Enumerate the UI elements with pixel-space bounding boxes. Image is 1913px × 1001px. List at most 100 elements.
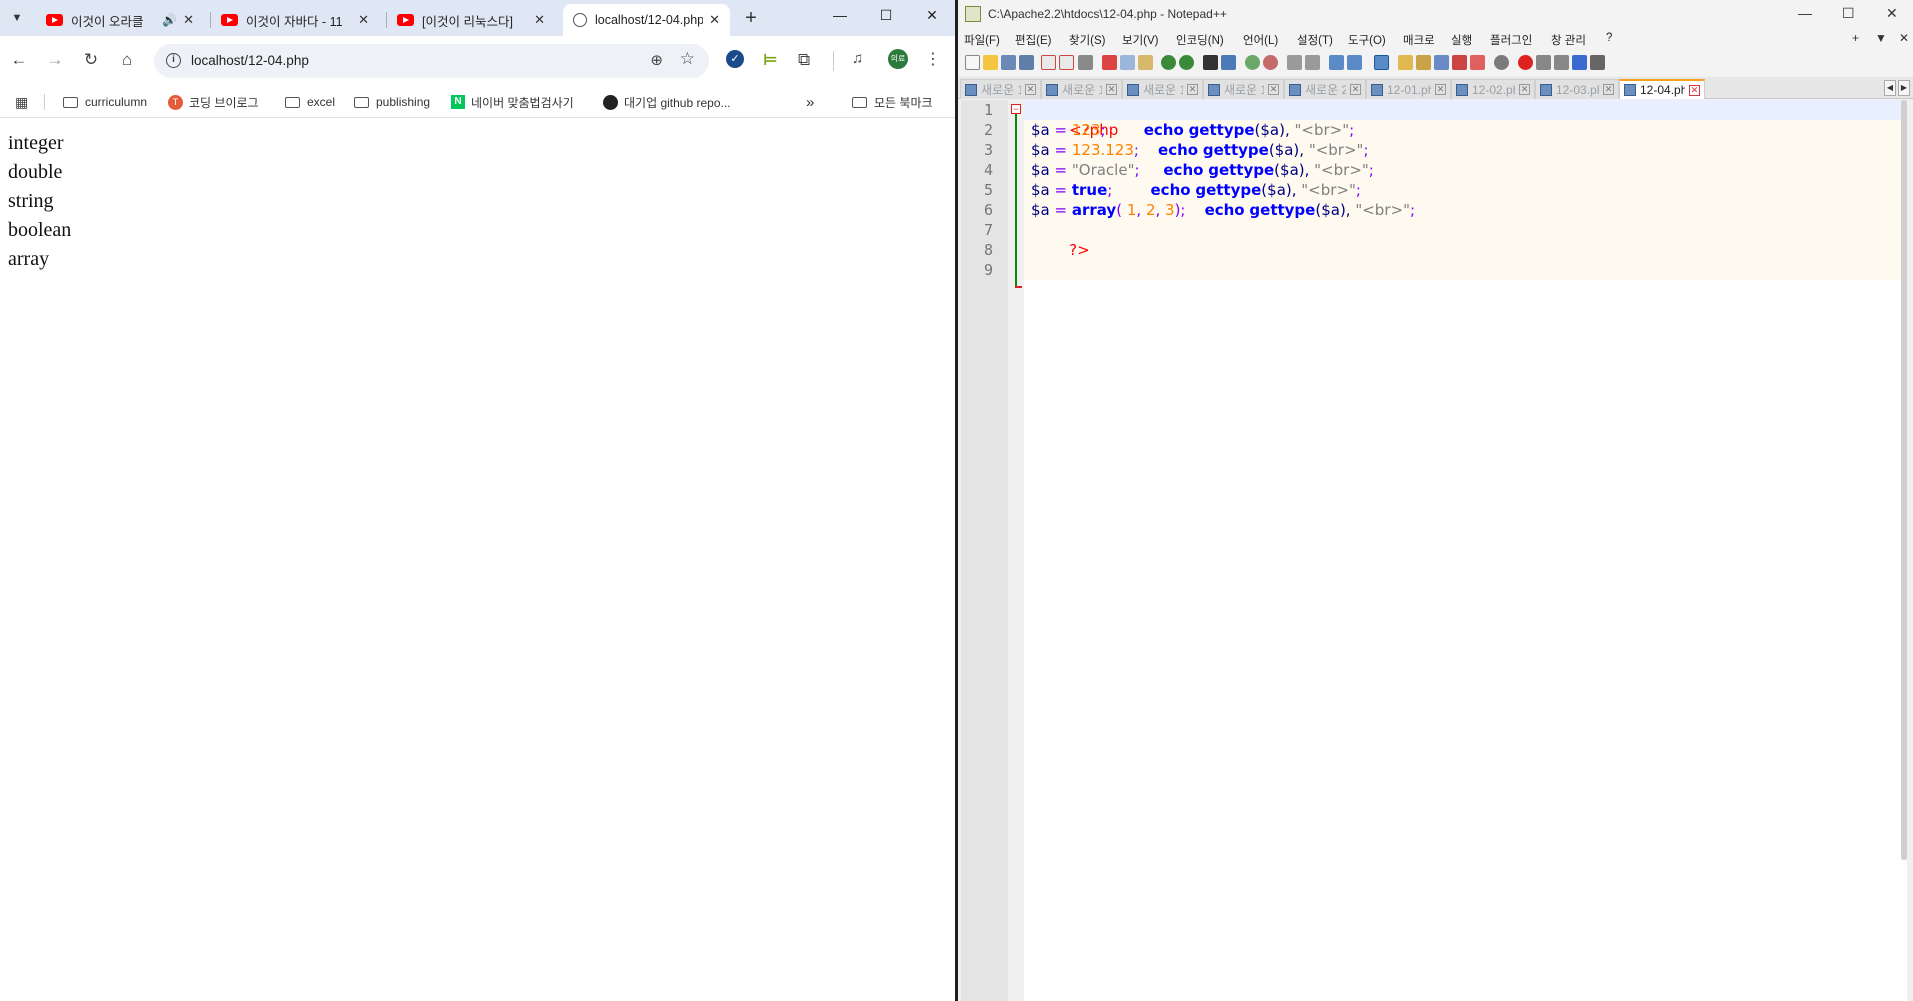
menu-dropdown-button[interactable]: ▼ — [1875, 31, 1887, 45]
maximize-icon[interactable]: ☐ — [1842, 5, 1855, 22]
site-info-icon[interactable]: i — [166, 53, 181, 68]
undo-icon[interactable] — [1161, 55, 1176, 70]
stop-macro-icon[interactable] — [1536, 55, 1551, 70]
maximize-icon[interactable]: ☐ — [876, 7, 896, 24]
close-icon[interactable]: ✕ — [534, 12, 545, 28]
bookmark-star-icon[interactable]: ☆ — [680, 49, 695, 69]
bookmark-coding-vlog[interactable]: T 코딩 브이로그 — [168, 86, 259, 118]
tab-close-icon[interactable]: ✕ — [1435, 84, 1446, 95]
file-tab[interactable]: 12-01.php ✕ — [1366, 79, 1451, 99]
new-tab-button[interactable]: + — [740, 7, 762, 30]
media-control-icon[interactable]: ♫ — [852, 50, 863, 67]
menu-macro[interactable]: 매크로 — [1403, 32, 1435, 48]
menu-run[interactable]: 실행 — [1451, 32, 1472, 48]
file-tab[interactable]: 새로운 20 ✕ — [1284, 79, 1366, 99]
print-icon[interactable] — [1078, 55, 1093, 70]
reload-icon[interactable]: ↻ — [80, 50, 102, 70]
bookmark-excel[interactable]: excel — [285, 86, 335, 118]
extension-check-icon[interactable]: ✓ — [726, 50, 744, 68]
tab-close-icon[interactable]: ✕ — [1106, 84, 1117, 95]
close-icon[interactable]: ✕ — [709, 12, 720, 28]
avatar[interactable]: 의료 — [888, 49, 908, 69]
word-wrap-icon[interactable] — [1329, 55, 1344, 70]
open-file-icon[interactable] — [983, 55, 998, 70]
tab-oracle[interactable]: 이것이 오라클 🔊 ✕ — [36, 4, 204, 36]
paste-icon[interactable] — [1138, 55, 1153, 70]
tab-linux[interactable]: [이것이 리눅스다] ✕ — [387, 4, 555, 36]
all-bookmarks-folder[interactable]: 모든 북마크 — [852, 86, 933, 118]
tab-scroll-right-icon[interactable]: ▶ — [1898, 80, 1910, 96]
file-tab[interactable]: 12-03.php ✕ — [1535, 79, 1619, 99]
extensions-puzzle-icon[interactable]: ⧉ — [798, 50, 810, 70]
save-all-icon[interactable] — [1019, 55, 1034, 70]
close-window-icon[interactable]: ✕ — [922, 7, 942, 24]
tab-localhost[interactable]: localhost/12-04.php ✕ — [563, 4, 730, 36]
udl-icon[interactable] — [1398, 55, 1413, 70]
monitoring-icon[interactable] — [1470, 55, 1485, 70]
doc-map-icon[interactable] — [1416, 55, 1431, 70]
close-window-icon[interactable]: ✕ — [1886, 5, 1898, 22]
function-list-icon[interactable] — [1434, 55, 1449, 70]
minimize-icon[interactable]: — — [1798, 5, 1812, 21]
menu-kebab-icon[interactable]: ⋮ — [925, 49, 941, 69]
zoom-in-icon[interactable] — [1245, 55, 1260, 70]
close-all-icon[interactable] — [1059, 55, 1074, 70]
preview-eye-icon[interactable] — [1494, 55, 1509, 70]
close-icon[interactable]: ✕ — [183, 12, 194, 28]
menu-plus-button[interactable]: + — [1852, 31, 1859, 45]
menu-close-button[interactable]: ✕ — [1899, 31, 1909, 45]
tab-close-icon[interactable]: ✕ — [1519, 84, 1530, 95]
speaker-icon[interactable]: 🔊 — [162, 13, 177, 27]
save-icon[interactable] — [1001, 55, 1016, 70]
sync-horizontal-icon[interactable] — [1305, 55, 1320, 70]
extension-ladder-icon[interactable]: ⊨ — [763, 50, 778, 70]
replace-icon[interactable] — [1221, 55, 1236, 70]
tab-close-icon[interactable]: ✕ — [1350, 84, 1361, 95]
cut-icon[interactable] — [1102, 55, 1117, 70]
menu-view[interactable]: 보기(V) — [1122, 32, 1159, 48]
forward-icon[interactable]: → — [44, 50, 66, 70]
file-tab[interactable]: 새로운 17 ✕ — [1041, 79, 1122, 99]
tab-close-icon[interactable]: ✕ — [1025, 84, 1036, 95]
redo-icon[interactable] — [1179, 55, 1194, 70]
menu-plugins[interactable]: 플러그인 — [1490, 32, 1532, 48]
indent-guide-icon[interactable] — [1374, 55, 1389, 70]
run-macro-multiple-icon[interactable] — [1572, 55, 1587, 70]
file-tab-active[interactable]: 12-04.php ✕ — [1619, 79, 1705, 99]
file-tab[interactable]: 새로운 19 ✕ — [1203, 79, 1284, 99]
bookmark-naver-spell[interactable]: N 네이버 맞춤법검사기 — [451, 86, 574, 118]
home-icon[interactable]: ⌂ — [116, 50, 138, 70]
new-file-icon[interactable] — [965, 55, 980, 70]
zoom-icon[interactable]: ⊕ — [650, 51, 663, 69]
fold-collapse-icon[interactable]: − — [1011, 104, 1021, 114]
tab-close-icon[interactable]: ✕ — [1268, 84, 1279, 95]
file-tab[interactable]: 새로운 13 ✕ — [960, 79, 1041, 99]
zoom-out-icon[interactable] — [1263, 55, 1278, 70]
file-tab[interactable]: 12-02.php ✕ — [1451, 79, 1535, 99]
close-file-icon[interactable] — [1041, 55, 1056, 70]
menu-help[interactable]: ? — [1606, 32, 1612, 44]
minimize-icon[interactable]: — — [830, 7, 850, 23]
show-all-chars-icon[interactable] — [1347, 55, 1362, 70]
bookmark-github[interactable]: 대기업 github repo... — [603, 86, 731, 118]
tab-close-icon[interactable]: ✕ — [1603, 84, 1614, 95]
menu-edit[interactable]: 편집(E) — [1015, 32, 1052, 48]
url-text[interactable]: localhost/12-04.php — [191, 53, 309, 68]
tab-close-icon[interactable]: ✕ — [1187, 84, 1198, 95]
scrollbar-thumb[interactable] — [1901, 100, 1907, 860]
back-icon[interactable]: ← — [8, 50, 30, 70]
tab-search-chevron-icon[interactable]: ▼ — [6, 7, 28, 29]
bookmark-publishing[interactable]: publishing — [354, 86, 430, 118]
sync-vertical-icon[interactable] — [1287, 55, 1302, 70]
menu-window[interactable]: 창 관리 — [1551, 32, 1586, 48]
file-tab[interactable]: 새로운 18 ✕ — [1122, 79, 1203, 99]
menu-search[interactable]: 찾기(S) — [1069, 32, 1106, 48]
code-editor[interactable]: 1 2 3 4 5 6 7 8 9 − <?php $a = 123; echo… — [961, 100, 1907, 1001]
tab-java[interactable]: 이것이 자바다 - 11 ✕ — [211, 4, 379, 36]
tab-scroll-left-icon[interactable]: ◀ — [1884, 80, 1896, 96]
folder-as-workspace-icon[interactable] — [1452, 55, 1467, 70]
menu-file[interactable]: 파일(F) — [964, 32, 1000, 48]
menu-settings[interactable]: 설정(T) — [1297, 32, 1333, 48]
menu-encoding[interactable]: 인코딩(N) — [1176, 32, 1224, 48]
menu-language[interactable]: 언어(L) — [1243, 32, 1278, 48]
